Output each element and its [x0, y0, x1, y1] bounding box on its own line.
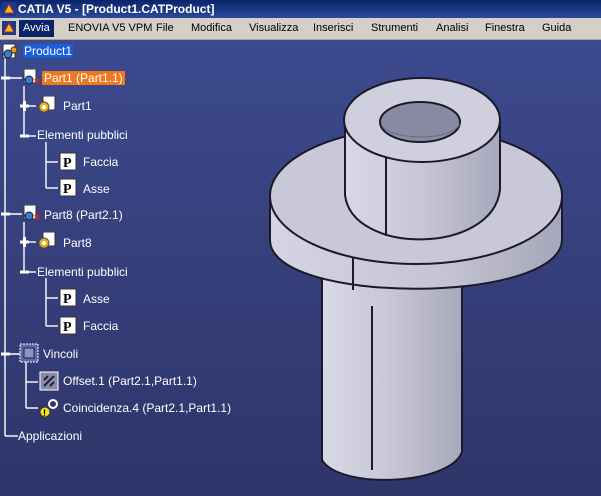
- tree-part1[interactable]: Part1: [63, 99, 92, 113]
- menu-visualizza[interactable]: Visualizza: [245, 20, 302, 37]
- svg-text:P: P: [63, 320, 72, 335]
- tree-part8-instance[interactable]: Part8 (Part2.1): [44, 208, 123, 222]
- tree-applications[interactable]: Applicazioni: [18, 429, 82, 443]
- tree-part8[interactable]: Part8: [63, 236, 92, 250]
- svg-text:P: P: [63, 182, 72, 197]
- svg-text:!: !: [43, 408, 46, 418]
- constraints-icon[interactable]: [18, 342, 40, 364]
- menu-file[interactable]: File: [152, 20, 178, 37]
- shaft-body: [321, 260, 463, 481]
- svg-text:P: P: [63, 156, 72, 171]
- tree-constraint-offset[interactable]: Offset.1 (Part2.1,Part1.1): [63, 374, 197, 388]
- menu-finestra[interactable]: Finestra: [481, 20, 529, 37]
- svg-text:P: P: [63, 292, 72, 307]
- tree-part8-faccia[interactable]: Faccia: [83, 319, 118, 333]
- document-icon[interactable]: [1, 20, 17, 36]
- menu-strumenti[interactable]: Strumenti: [367, 20, 422, 37]
- bore-hole: [379, 101, 461, 143]
- menu-bar: Avvia ENOVIA V5 VPM File Modifica Visual…: [0, 18, 601, 40]
- menu-inserisci[interactable]: Inserisci: [309, 20, 357, 37]
- component-icon[interactable]: [22, 69, 44, 87]
- tree-constraint-coincidence[interactable]: Coincidenza.4 (Part2.1,Part1.1): [63, 401, 231, 415]
- menu-enovia[interactable]: ENOVIA V5 VPM: [64, 20, 156, 37]
- tree-part8-asse[interactable]: Asse: [83, 292, 110, 306]
- tree-part1-instance[interactable]: Part1 (Part1.1): [42, 71, 125, 85]
- offset-constraint-icon[interactable]: [38, 370, 62, 392]
- catia-logo-icon: [2, 2, 16, 16]
- tree-root-product1[interactable]: Product1: [23, 44, 74, 58]
- title-bar: CATIA V5 - [Product1.CATProduct]: [0, 0, 601, 18]
- menu-modifica[interactable]: Modifica: [187, 20, 236, 37]
- tree-constraints[interactable]: Vincoli: [43, 347, 78, 361]
- part-icon[interactable]: [37, 232, 59, 250]
- tree-part1-publications[interactable]: Elementi pubblici: [37, 128, 128, 142]
- menu-analisi[interactable]: Analisi: [432, 20, 472, 37]
- tree-part8-publications[interactable]: Elementi pubblici: [37, 265, 128, 279]
- product-icon[interactable]: [0, 43, 22, 61]
- publication-icon[interactable]: P: [59, 288, 79, 308]
- publication-icon[interactable]: P: [59, 178, 79, 198]
- menu-guida[interactable]: Guida: [538, 20, 575, 37]
- publication-icon[interactable]: P: [59, 152, 79, 172]
- window-title: CATIA V5 - [Product1.CATProduct]: [18, 2, 215, 16]
- tree-part1-faccia[interactable]: Faccia: [83, 155, 118, 169]
- component-icon[interactable]: [22, 205, 44, 223]
- tree-part1-asse[interactable]: Asse: [83, 182, 110, 196]
- 3d-viewer[interactable]: Product1 Part1 (Part1.1) Part1 Elementi …: [0, 40, 601, 496]
- part-icon[interactable]: [37, 96, 59, 114]
- publication-icon[interactable]: P: [59, 316, 79, 336]
- menu-avvia[interactable]: Avvia: [19, 20, 54, 37]
- coincidence-constraint-icon[interactable]: !: [38, 396, 62, 420]
